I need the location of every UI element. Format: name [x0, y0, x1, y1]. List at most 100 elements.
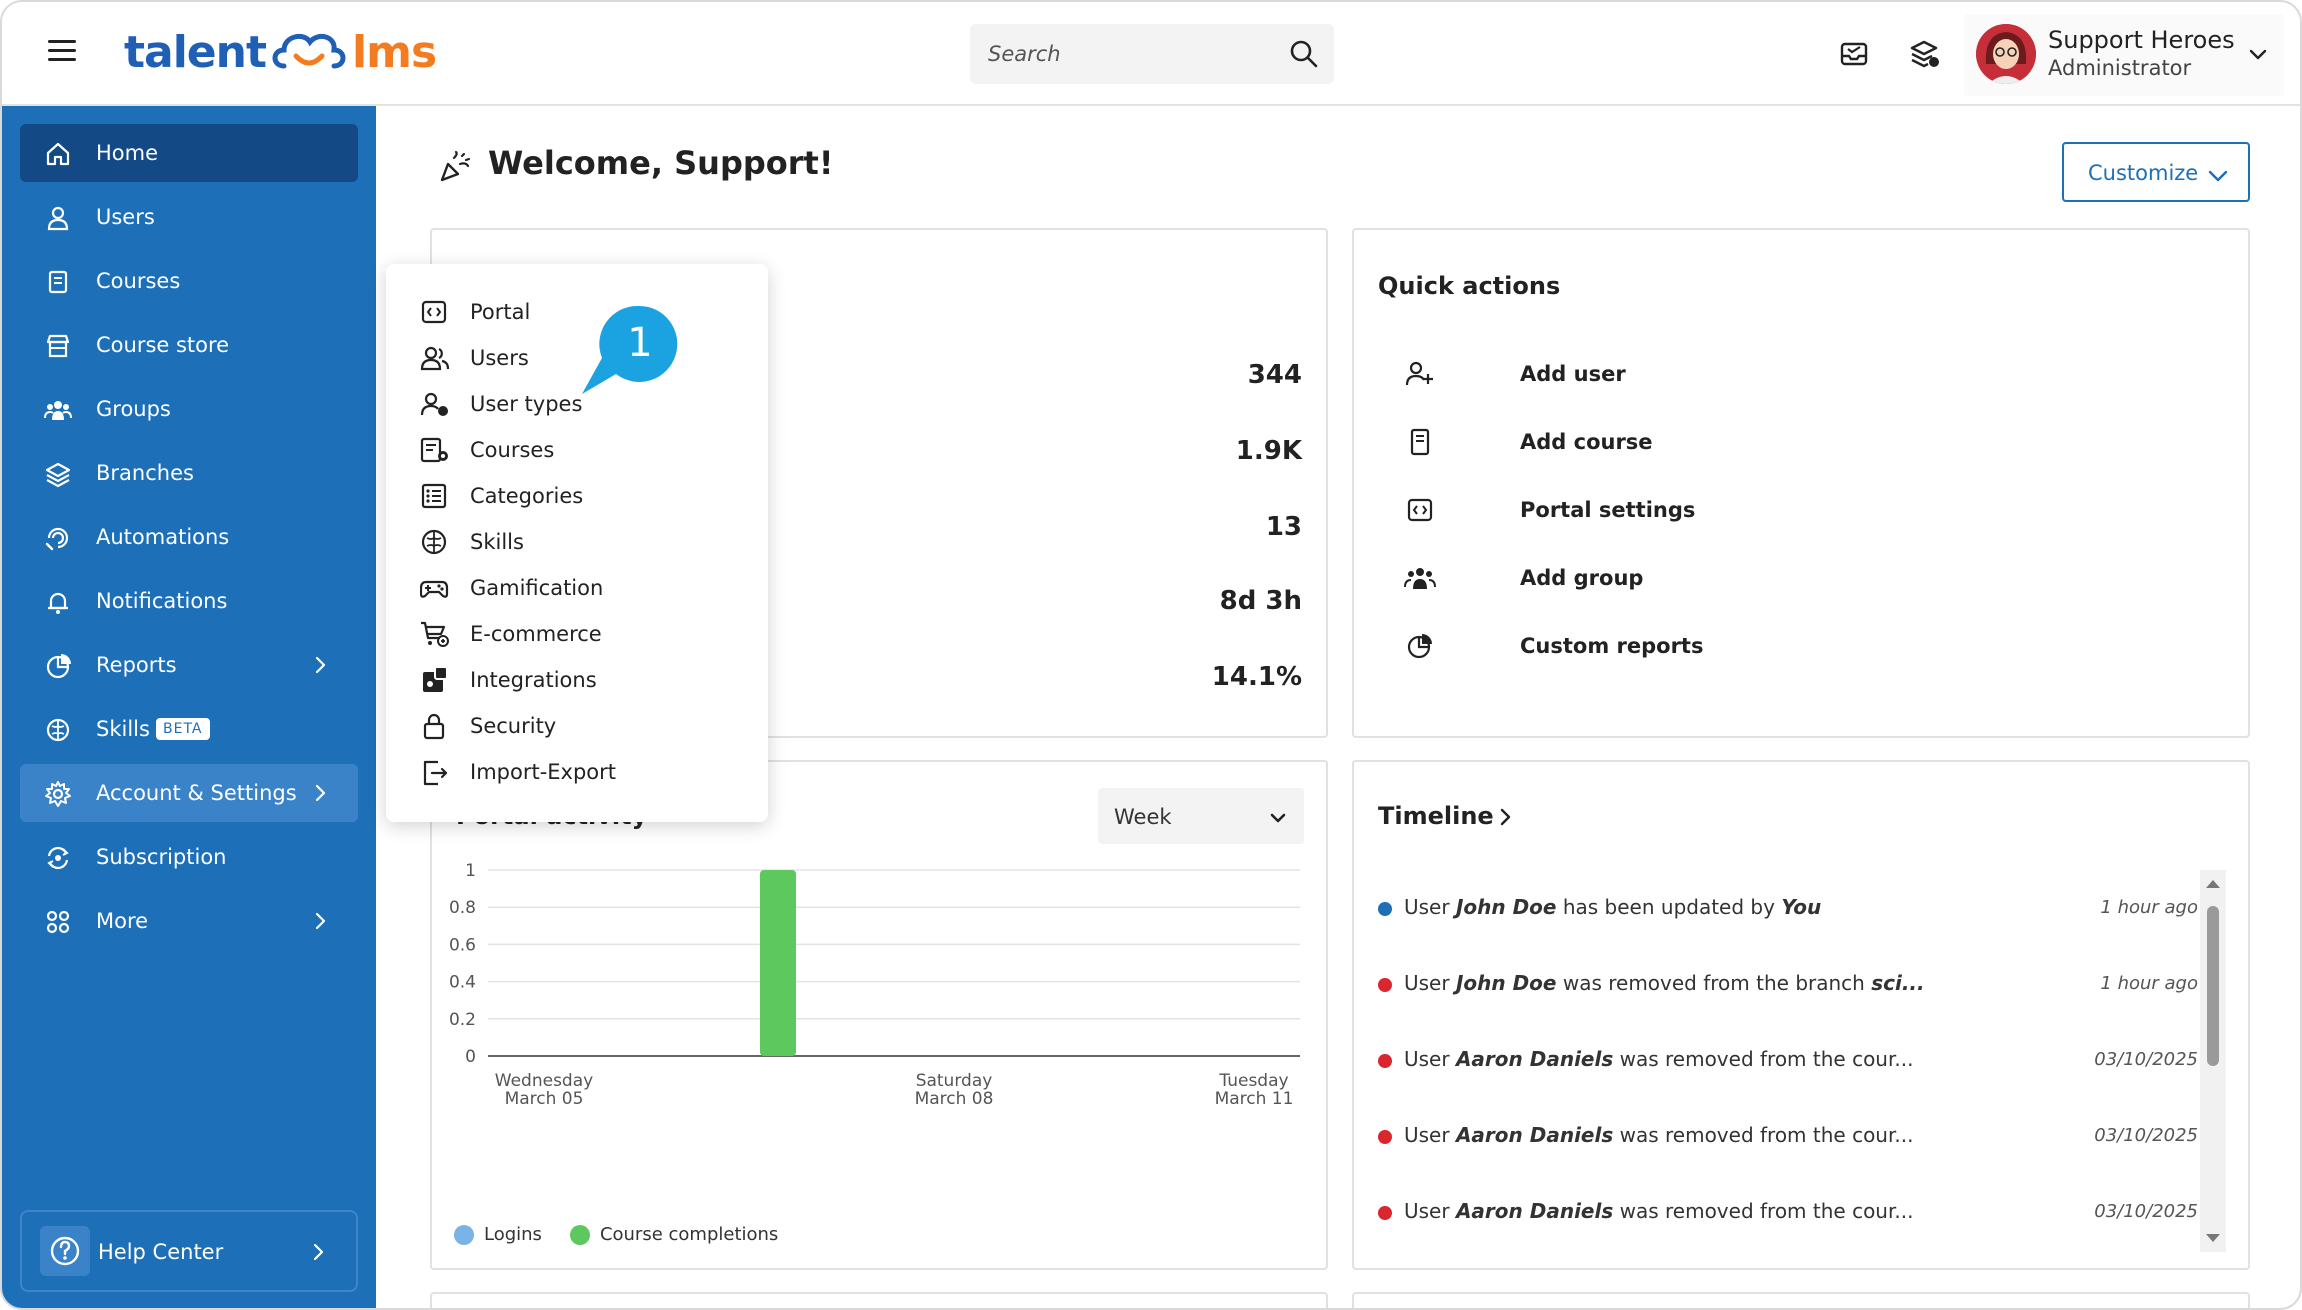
- x-tick-label: Wednesday: [495, 1071, 593, 1091]
- subscription-icon: [47, 846, 69, 870]
- timeline-user-name[interactable]: John Doe: [1456, 895, 1557, 919]
- timeline-row[interactable]: User John Doe was removed from the branc…: [1378, 968, 2198, 1000]
- scroll-up-icon[interactable]: [2200, 874, 2226, 894]
- y-tick-label: 0.2: [449, 1010, 476, 1030]
- x-tick-label: March 08: [915, 1089, 994, 1109]
- timeline-bullet: [1378, 1130, 1392, 1144]
- lock-icon: [423, 713, 445, 740]
- search-input[interactable]: Search: [970, 24, 1334, 84]
- sidebar-item-subscription[interactable]: Subscription: [20, 828, 358, 886]
- sidebar-item-automations[interactable]: Automations: [20, 508, 358, 566]
- menu-item-categories[interactable]: Categories: [420, 476, 750, 514]
- portal-activity-card: Portal activity Week 00.20.40.60.81Wedne…: [430, 760, 1328, 1270]
- timeline-time: 1 hour ago: [2100, 973, 2198, 994]
- timeline-time: 1 hour ago: [2100, 897, 2198, 918]
- legend-label-course-completions[interactable]: Course completions: [600, 1224, 778, 1245]
- menu-item-skills[interactable]: Skills: [420, 522, 750, 560]
- sidebar-item-more[interactable]: More: [20, 892, 358, 950]
- timeline-scrollbar[interactable]: [2200, 870, 2226, 1252]
- group-icon: [44, 401, 72, 420]
- bar-course-completions[interactable]: [760, 870, 796, 1056]
- book-icon: [1410, 428, 1430, 456]
- scroll-down-icon[interactable]: [2200, 1228, 2226, 1248]
- import-export-icon: [423, 760, 448, 786]
- timeline-text: User John Doe has been updated by You: [1404, 895, 1822, 919]
- categories-icon: [421, 483, 447, 509]
- sidebar-item-label: Users: [96, 205, 155, 229]
- bottom-card-left: [430, 1292, 1328, 1308]
- users-icon: [420, 346, 450, 371]
- quick-action-label: Add user: [1520, 362, 1626, 386]
- sidebar-item-skills[interactable]: Skills BETA: [20, 700, 358, 758]
- chevron-right-icon: [313, 1243, 324, 1261]
- bottom-card-right: [1352, 1292, 2250, 1308]
- branches-switch-icon[interactable]: [1906, 36, 1942, 72]
- sidebar-item-label: Home: [96, 141, 159, 165]
- sidebar-item-users[interactable]: Users: [20, 188, 358, 246]
- scroll-thumb[interactable]: [2207, 906, 2219, 1066]
- menu-item-e-commerce[interactable]: E-commerce: [420, 614, 750, 652]
- timeline-bullet: [1378, 1054, 1392, 1068]
- layers-icon: [45, 462, 71, 488]
- menu-item-security[interactable]: Security: [420, 706, 750, 744]
- timeline-object[interactable]: sci...: [1871, 971, 1924, 995]
- y-tick-label: 0.8: [449, 898, 476, 918]
- menu-item-import-export[interactable]: Import-Export: [420, 752, 750, 790]
- timeline-text: User John Doe was removed from the branc…: [1404, 971, 1925, 995]
- sidebar-item-home[interactable]: Home: [20, 124, 358, 182]
- sidebar-item-label: Notifications: [96, 589, 228, 613]
- menu-item-label: User types: [470, 392, 583, 416]
- timeline-row[interactable]: User Aaron Daniels was removed from the …: [1378, 1120, 2198, 1152]
- timeline-title[interactable]: Timeline: [1378, 802, 1494, 830]
- menu-item-courses[interactable]: Courses: [420, 430, 750, 468]
- timeline-time: 03/10/2025: [2094, 1049, 2198, 1070]
- book-icon: [48, 270, 68, 294]
- timeline-user-name[interactable]: Aaron Daniels: [1456, 1199, 1613, 1223]
- sidebar-item-label: Courses: [96, 269, 181, 293]
- question-icon: [50, 1236, 80, 1266]
- sidebar-item-account-settings[interactable]: Account & Settings: [20, 764, 358, 822]
- y-tick-label: 0.6: [449, 935, 476, 955]
- timeline-object[interactable]: You: [1781, 895, 1821, 919]
- chevron-right-icon[interactable]: [1494, 806, 1516, 828]
- stat-value: 1.9K: [1235, 436, 1302, 466]
- puzzle-icon: [423, 666, 448, 692]
- hamburger-menu-icon[interactable]: [48, 40, 76, 66]
- cloud-smile-icon: [272, 33, 346, 69]
- timeline-user-name[interactable]: Aaron Daniels: [1456, 1123, 1613, 1147]
- chevron-down-icon[interactable]: [2246, 42, 2270, 66]
- customize-button[interactable]: Customize: [2062, 142, 2250, 202]
- quick-action-label: Add group: [1520, 566, 1644, 590]
- timeline-row[interactable]: User Aaron Daniels was removed from the …: [1378, 1044, 2198, 1076]
- menu-item-label: Portal: [470, 300, 531, 324]
- menu-item-integrations[interactable]: Integrations: [420, 660, 750, 698]
- sidebar-item-courses[interactable]: Courses: [20, 252, 358, 310]
- sidebar-item-course-store[interactable]: Course store: [20, 316, 358, 374]
- messages-icon[interactable]: [1836, 36, 1872, 72]
- party-popper-icon: [440, 150, 471, 182]
- range-select[interactable]: Week: [1098, 788, 1304, 844]
- sidebar-item-label: Branches: [96, 461, 194, 485]
- timeline-row[interactable]: User Aaron Daniels was removed from the …: [1378, 1196, 2198, 1228]
- user-menu[interactable]: Support Heroes Administrator: [1964, 14, 2284, 96]
- timeline-row[interactable]: User John Doe has been updated by You 1 h…: [1378, 892, 2198, 924]
- timeline-user-name[interactable]: John Doe: [1456, 971, 1557, 995]
- sidebar-item-notifications[interactable]: Notifications: [20, 572, 358, 630]
- timeline-text: User Aaron Daniels was removed from the …: [1404, 1047, 1914, 1071]
- talentlms-logo[interactable]: talent lms: [124, 22, 437, 82]
- sidebar-item-groups[interactable]: Groups: [20, 380, 358, 438]
- timeline-card: Timeline User John Doe has been updated …: [1352, 760, 2250, 1270]
- timeline-user-name[interactable]: Aaron Daniels: [1456, 1047, 1613, 1071]
- menu-item-gamification[interactable]: Gamification: [420, 568, 750, 606]
- step-callout-marker: 1: [582, 305, 678, 394]
- sidebar-item-branches[interactable]: Branches: [20, 444, 358, 502]
- legend-label-logins[interactable]: Logins: [484, 1224, 542, 1245]
- help-center-button[interactable]: Help Center: [20, 1210, 358, 1292]
- legend-dot-course-completions: [569, 1224, 590, 1245]
- gear-icon: [45, 781, 71, 807]
- search-icon[interactable]: [1288, 38, 1320, 70]
- menu-item-label: Courses: [470, 438, 555, 462]
- quick-actions-card: Quick actions Add user Add course Portal…: [1352, 228, 2250, 738]
- brain-icon: [46, 718, 70, 742]
- sidebar-item-reports[interactable]: Reports: [20, 636, 358, 694]
